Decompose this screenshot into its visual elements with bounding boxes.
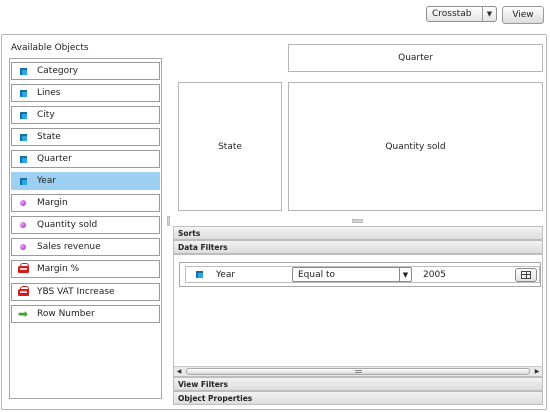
- object-item-label: YBS VAT Increase: [37, 287, 115, 297]
- object-item-label: Sales revenue: [37, 242, 101, 252]
- dimension-icon: [16, 108, 30, 122]
- object-item-margin[interactable]: Margin: [11, 194, 160, 212]
- dimension-icon: [16, 174, 30, 188]
- object-item-category[interactable]: Category: [11, 62, 160, 80]
- green-arrow-icon: ➡: [17, 307, 29, 321]
- dimension-icon: [16, 86, 30, 100]
- row-zone-label: State: [218, 141, 242, 152]
- horizontal-scrollbar[interactable]: ◀ ▶: [174, 366, 542, 376]
- filter-row[interactable]: Year Equal to ▼ 2005: [185, 266, 540, 283]
- scrollbar-thumb[interactable]: [186, 368, 530, 375]
- object-item-row-number[interactable]: ➡ Row Number: [11, 305, 160, 323]
- scroll-right-icon[interactable]: ▶: [532, 367, 542, 376]
- object-item-sales-revenue[interactable]: Sales revenue: [11, 238, 160, 256]
- object-item-label: Lines: [37, 88, 61, 98]
- object-item-label: City: [37, 110, 55, 120]
- object-item-city[interactable]: City: [11, 106, 160, 124]
- object-item-quarter[interactable]: Quarter: [11, 150, 160, 168]
- filter-operator-value: Equal to: [298, 269, 336, 280]
- object-properties-section-header[interactable]: Object Properties: [173, 391, 543, 405]
- view-type-select[interactable]: Crosstab ▼: [426, 6, 497, 22]
- filter-object-label: Year: [216, 269, 236, 280]
- object-item-label: Category: [37, 66, 79, 76]
- object-item-label: Margin %: [37, 264, 80, 274]
- row-zone[interactable]: State: [178, 82, 282, 211]
- body-zone[interactable]: Quantity sold: [288, 82, 543, 211]
- horizontal-splitter-handle[interactable]: [352, 219, 363, 223]
- column-zone[interactable]: Quarter: [288, 44, 543, 72]
- body-zone-label: Quantity sold: [385, 141, 446, 152]
- available-objects-title: Available Objects: [11, 43, 89, 53]
- scroll-left-icon[interactable]: ◀: [174, 367, 184, 376]
- object-item-label: State: [37, 132, 61, 142]
- view-type-value: Crosstab: [432, 9, 472, 19]
- object-item-lines[interactable]: Lines: [11, 84, 160, 102]
- sorts-section-header[interactable]: Sorts: [173, 226, 543, 240]
- dimension-icon: [192, 268, 206, 282]
- object-item-year[interactable]: Year: [11, 172, 160, 190]
- chevron-down-icon[interactable]: ▼: [399, 268, 411, 281]
- chevron-down-icon[interactable]: ▼: [482, 7, 496, 21]
- dimension-icon: [16, 152, 30, 166]
- object-item-label: Quarter: [37, 154, 72, 164]
- object-item-quantity-sold[interactable]: Quantity sold: [11, 216, 160, 234]
- measure-icon: [16, 218, 30, 232]
- column-zone-label: Quarter: [398, 53, 433, 63]
- filter-operator-select[interactable]: Equal to ▼: [292, 267, 412, 282]
- object-item-label: Year: [37, 176, 57, 186]
- view-filters-section-header[interactable]: View Filters: [173, 377, 543, 391]
- object-item-margin-percent[interactable]: Margin %: [11, 260, 160, 278]
- measure-icon: [16, 240, 30, 254]
- vertical-splitter-handle[interactable]: [167, 216, 170, 226]
- dimension-icon: [16, 64, 30, 78]
- object-item-label: Quantity sold: [37, 220, 98, 230]
- object-item-label: Row Number: [37, 309, 95, 319]
- calculation-icon: [16, 285, 30, 299]
- data-filters-section-header[interactable]: Data Filters: [173, 240, 543, 254]
- dimension-icon: [16, 130, 30, 144]
- calculation-icon: [16, 262, 30, 276]
- object-item-state[interactable]: State: [11, 128, 160, 146]
- available-objects-list[interactable]: Category Lines City State Quarter Year M…: [9, 58, 162, 399]
- value-picker-icon[interactable]: [515, 267, 537, 282]
- object-item-ybs-vat-increase[interactable]: YBS VAT Increase: [11, 283, 160, 301]
- object-item-label: Margin: [37, 198, 68, 208]
- view-button[interactable]: View: [502, 6, 544, 24]
- measure-icon: [16, 196, 30, 210]
- filter-value-input[interactable]: 2005: [423, 270, 515, 280]
